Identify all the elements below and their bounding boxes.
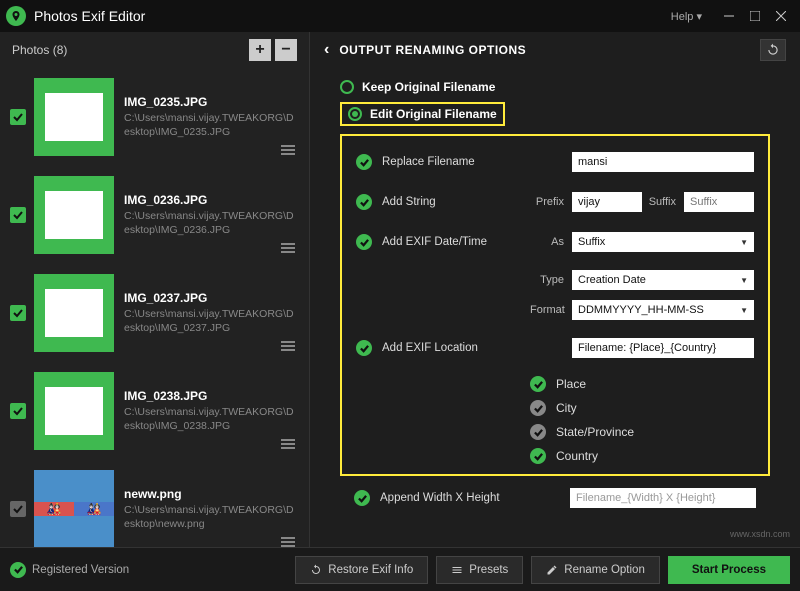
file-name: IMG_0237.JPG	[124, 291, 299, 305]
item-checkbox[interactable]	[10, 109, 26, 125]
start-process-button[interactable]: Start Process	[668, 556, 790, 584]
rename-option-button[interactable]: Rename Option	[531, 556, 660, 584]
location-opt-city[interactable]: City	[356, 400, 754, 416]
datetime-as-select[interactable]: Suffix▼	[572, 232, 754, 252]
sidebar: Photos (8) + − IMG_0235.JPG C:\Users\mans…	[0, 32, 310, 547]
check-icon	[530, 424, 546, 440]
check-icon	[10, 562, 26, 578]
location-opt-country[interactable]: Country	[356, 448, 754, 464]
check-icon	[530, 400, 546, 416]
file-name: IMG_0235.JPG	[124, 95, 299, 109]
reset-button[interactable]	[760, 39, 786, 61]
check-icon[interactable]	[356, 234, 372, 250]
location-template-input[interactable]	[572, 338, 754, 358]
radio-edit-original[interactable]: Edit Original Filename	[340, 102, 505, 126]
append-template-input[interactable]	[570, 488, 756, 508]
panel-title: OUTPUT RENAMING OPTIONS	[339, 43, 760, 57]
file-path: C:\Users\mansi.vijay.TWEAKORG\Desktop\IM…	[124, 406, 299, 433]
check-icon[interactable]	[356, 340, 372, 356]
maximize-button[interactable]	[742, 0, 768, 32]
check-icon	[530, 376, 546, 392]
suffix-input[interactable]	[684, 192, 754, 212]
restore-exif-button[interactable]: Restore Exif Info	[295, 556, 428, 584]
app-logo	[6, 6, 26, 26]
row-datetime-format: Format DDMMYYYY_HH-MM-SS▼	[356, 300, 754, 320]
edit-options-box: Replace Filename Add String Prefix Suffi…	[340, 134, 770, 476]
item-menu-icon[interactable]	[281, 438, 295, 452]
row-datetime-type: Type Creation Date▼	[356, 270, 754, 290]
thumbnail	[34, 78, 114, 156]
add-photo-button[interactable]: +	[249, 39, 271, 61]
location-opt-state[interactable]: State/Province	[356, 424, 754, 440]
footer: Registered Version Restore Exif Info Pre…	[0, 547, 800, 591]
app-title: Photos Exif Editor	[34, 8, 671, 24]
check-icon	[530, 448, 546, 464]
item-menu-icon[interactable]	[281, 144, 295, 158]
list-item[interactable]: IMG_0236.JPG C:\Users\mansi.vijay.TWEAKOR…	[0, 166, 309, 264]
main-header: ‹ OUTPUT RENAMING OPTIONS	[310, 32, 800, 68]
title-bar: Photos Exif Editor Help ▾	[0, 0, 800, 32]
datetime-type-select[interactable]: Creation Date▼	[572, 270, 754, 290]
file-name: IMG_0238.JPG	[124, 389, 299, 403]
check-icon[interactable]	[354, 490, 370, 506]
replace-filename-input[interactable]	[572, 152, 754, 172]
thumbnail	[34, 372, 114, 450]
list-item[interactable]: IMG_0235.JPG C:\Users\mansi.vijay.TWEAKOR…	[0, 68, 309, 166]
radio-icon	[340, 80, 354, 94]
options-content: Keep Original Filename Edit Original Fil…	[310, 68, 800, 547]
main-panel: ‹ OUTPUT RENAMING OPTIONS Keep Original …	[310, 32, 800, 547]
help-menu[interactable]: Help ▾	[671, 10, 702, 23]
location-opt-place[interactable]: Place	[356, 376, 754, 392]
list-item[interactable]: IMG_0238.JPG C:\Users\mansi.vijay.TWEAKOR…	[0, 362, 309, 460]
radio-keep-original[interactable]: Keep Original Filename	[340, 80, 770, 94]
back-button[interactable]: ‹	[324, 41, 329, 59]
row-add-datetime: Add EXIF Date/Time As Suffix▼	[356, 230, 754, 254]
photos-count: Photos (8)	[12, 43, 245, 57]
close-button[interactable]	[768, 0, 794, 32]
list-item[interactable]: IMG_0237.JPG C:\Users\mansi.vijay.TWEAKOR…	[0, 264, 309, 362]
minimize-button[interactable]	[716, 0, 742, 32]
prefix-input[interactable]	[572, 192, 642, 212]
item-checkbox[interactable]	[10, 501, 26, 517]
remove-photo-button[interactable]: −	[275, 39, 297, 61]
item-checkbox[interactable]	[10, 403, 26, 419]
item-menu-icon[interactable]	[281, 340, 295, 354]
photo-list[interactable]: IMG_0235.JPG C:\Users\mansi.vijay.TWEAKOR…	[0, 68, 309, 547]
row-append-dimensions: Append Width X Height	[340, 486, 770, 510]
presets-button[interactable]: Presets	[436, 556, 523, 584]
registered-status: Registered Version	[10, 562, 287, 578]
thumbnail: 🎎🎎	[34, 470, 114, 547]
check-icon[interactable]	[356, 194, 372, 210]
thumbnail	[34, 176, 114, 254]
radio-icon	[348, 107, 362, 121]
item-menu-icon[interactable]	[281, 242, 295, 256]
item-checkbox[interactable]	[10, 305, 26, 321]
file-path: C:\Users\mansi.vijay.TWEAKORG\Desktop\IM…	[124, 112, 299, 139]
item-menu-icon[interactable]	[281, 536, 295, 547]
check-icon[interactable]	[356, 154, 372, 170]
watermark: www.xsdn.com	[730, 529, 790, 539]
file-path: C:\Users\mansi.vijay.TWEAKORG\Desktop\ne…	[124, 504, 299, 531]
file-path: C:\Users\mansi.vijay.TWEAKORG\Desktop\IM…	[124, 308, 299, 335]
datetime-format-select[interactable]: DDMMYYYY_HH-MM-SS▼	[572, 300, 754, 320]
row-add-string: Add String Prefix Suffix	[356, 190, 754, 214]
file-path: C:\Users\mansi.vijay.TWEAKORG\Desktop\IM…	[124, 210, 299, 237]
sidebar-header: Photos (8) + −	[0, 32, 309, 68]
row-replace-filename: Replace Filename	[356, 150, 754, 174]
row-add-location: Add EXIF Location	[356, 336, 754, 360]
item-checkbox[interactable]	[10, 207, 26, 223]
thumbnail	[34, 274, 114, 352]
list-item[interactable]: 🎎🎎 neww.png C:\Users\mansi.vijay.TWEAKORG…	[0, 460, 309, 547]
file-name: IMG_0236.JPG	[124, 193, 299, 207]
file-name: neww.png	[124, 487, 299, 501]
